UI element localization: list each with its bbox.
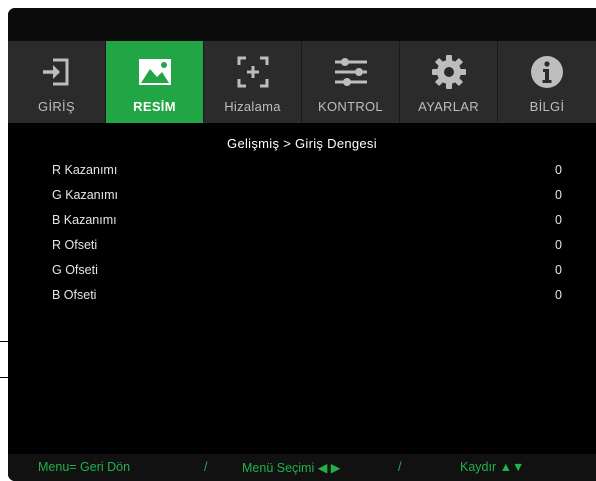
setting-name: G Ofseti <box>52 263 98 277</box>
hint-separator: / <box>204 460 208 474</box>
setting-value: 0 <box>555 163 562 177</box>
setting-value: 0 <box>555 188 562 202</box>
setting-row-r-offset[interactable]: R Ofseti 0 <box>52 235 562 260</box>
osd-menu: GİRİŞ RESİM Hizalama KONTROL AYARLAR BİL… <box>8 8 596 481</box>
tab-label: RESİM <box>133 99 176 114</box>
setting-name: B Kazanımı <box>52 213 117 227</box>
select-hint: Menü Seçimi ◀ ▶ <box>242 461 341 475</box>
alignment-icon <box>235 54 271 90</box>
settings-list: R Kazanımı 0 G Kazanımı 0 B Kazanımı 0 R… <box>52 160 562 310</box>
divider-line <box>0 377 8 378</box>
tab-giris[interactable]: GİRİŞ <box>8 41 106 123</box>
hint-separator: / <box>398 460 402 474</box>
tab-bilgi[interactable]: BİLGİ <box>498 41 596 123</box>
title-bar <box>8 8 596 41</box>
setting-name: R Ofseti <box>52 238 98 252</box>
tab-label: KONTROL <box>318 99 383 114</box>
tab-resim[interactable]: RESİM <box>106 41 204 123</box>
tab-label: GİRİŞ <box>38 99 75 114</box>
menu-tabs: GİRİŞ RESİM Hizalama KONTROL AYARLAR BİL… <box>8 41 596 123</box>
tab-label: BİLGİ <box>529 99 565 114</box>
setting-name: B Ofseti <box>52 288 97 302</box>
input-icon <box>39 54 75 90</box>
sliders-icon <box>333 54 369 90</box>
divider-line <box>0 341 8 342</box>
tab-kontrol[interactable]: KONTROL <box>302 41 400 123</box>
setting-value: 0 <box>555 263 562 277</box>
info-icon <box>529 54 565 90</box>
tab-label: AYARLAR <box>418 99 479 114</box>
breadcrumb: Gelişmiş > Giriş Dengesi <box>227 136 377 151</box>
tab-label: Hizalama <box>224 99 281 114</box>
setting-row-b-offset[interactable]: B Ofseti 0 <box>52 285 562 310</box>
setting-name: G Kazanımı <box>52 188 118 202</box>
setting-name: R Kazanımı <box>52 163 118 177</box>
setting-row-g-offset[interactable]: G Ofseti 0 <box>52 260 562 285</box>
setting-row-b-gain[interactable]: B Kazanımı 0 <box>52 210 562 235</box>
scroll-hint: Kaydır ▲▼ <box>460 460 525 474</box>
setting-row-g-gain[interactable]: G Kazanımı 0 <box>52 185 562 210</box>
tab-hizalama[interactable]: Hizalama <box>204 41 302 123</box>
tab-ayarlar[interactable]: AYARLAR <box>400 41 498 123</box>
setting-value: 0 <box>555 288 562 302</box>
setting-value: 0 <box>555 238 562 252</box>
setting-value: 0 <box>555 213 562 227</box>
gear-icon <box>431 54 467 90</box>
back-hint: Menu= Geri Dön <box>38 460 131 474</box>
image-icon <box>137 54 173 90</box>
setting-row-r-gain[interactable]: R Kazanımı 0 <box>52 160 562 185</box>
hint-bar: Menu= Geri Dön / Menü Seçimi ◀ ▶ / Kaydı… <box>8 454 596 481</box>
